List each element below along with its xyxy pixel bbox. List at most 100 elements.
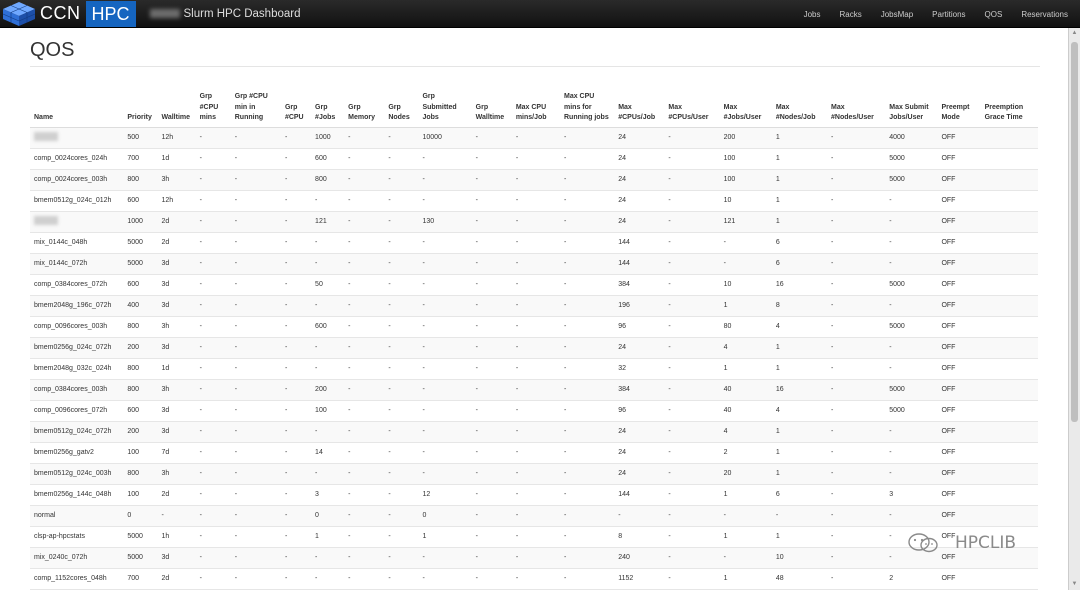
- qos-name-cell: comp_0024cores_024h: [30, 147, 124, 169]
- table-cell: 1d: [157, 357, 196, 379]
- table-cell: -: [511, 294, 560, 316]
- table-cell: OFF: [937, 147, 981, 169]
- table-cell: 10000: [418, 126, 472, 148]
- table-cell: -: [344, 315, 385, 337]
- table-cell: [980, 126, 1038, 148]
- table-cell: -: [344, 357, 385, 379]
- vertical-scrollbar[interactable]: ▲ ▼: [1068, 28, 1080, 590]
- table-cell: -: [614, 504, 665, 526]
- scrollbar-thumb[interactable]: [1071, 42, 1078, 422]
- redacted-text: [34, 132, 58, 142]
- table-cell: -: [311, 252, 345, 274]
- brand-logo[interactable]: CCN HPC: [0, 0, 136, 28]
- table-cell: 5000: [885, 315, 938, 337]
- table-cell: -: [511, 252, 560, 274]
- table-cell: 2d: [157, 483, 196, 505]
- table-cell: -: [885, 231, 938, 253]
- table-cell: -: [230, 399, 281, 421]
- table-cell: 0: [311, 504, 345, 526]
- table-row: comp_0384cores_003h 800 3h - - -200- - - - - -384-…: [30, 378, 1038, 400]
- table-cell: -: [511, 336, 560, 358]
- table-cell: -: [418, 567, 472, 589]
- table-cell: -: [560, 378, 615, 400]
- table-row: bmem0512g_024c_012h 600 12h - - - - - - - - - -24-10…: [30, 189, 1038, 211]
- table-cell: 196: [614, 294, 665, 316]
- table-cell: -: [311, 462, 345, 484]
- table-cell: [980, 504, 1038, 526]
- table-cell: -: [827, 126, 886, 148]
- column-header: Max #CPUs/User: [664, 79, 720, 128]
- table-cell: -: [827, 210, 886, 232]
- table-cell: -: [280, 378, 312, 400]
- table-cell: -: [344, 210, 385, 232]
- table-cell: 3d: [157, 420, 196, 442]
- qos-name-cell: comp_0384cores_003h: [30, 378, 124, 400]
- table-cell: -: [511, 357, 560, 379]
- table-cell: 2: [885, 567, 938, 589]
- table-cell: 16: [771, 378, 828, 400]
- table-cell: -: [280, 315, 312, 337]
- nav-partitions[interactable]: Partitions: [932, 10, 965, 19]
- table-cell: -: [827, 294, 886, 316]
- nav-jobs[interactable]: Jobs: [804, 10, 821, 19]
- qos-name-cell: bmem2048g_032c_024h: [30, 357, 124, 379]
- table-cell: 130: [418, 210, 472, 232]
- table-cell: 2d: [157, 210, 196, 232]
- table-cell: 12h: [157, 126, 196, 148]
- table-cell: OFF: [937, 357, 981, 379]
- table-cell: -: [885, 189, 938, 211]
- table-cell: -: [230, 441, 281, 463]
- table-cell: -: [344, 525, 385, 547]
- table-cell: 3h: [157, 168, 196, 190]
- table-cell: -: [344, 168, 385, 190]
- table-cell: -: [418, 441, 472, 463]
- table-cell: 8: [614, 525, 665, 547]
- table-cell: -: [230, 420, 281, 442]
- table-cell: -: [230, 231, 281, 253]
- table-cell: -: [280, 504, 312, 526]
- table-cell: 24: [614, 462, 665, 484]
- table-cell: OFF: [937, 336, 981, 358]
- table-cell: -: [471, 168, 512, 190]
- table-cell: 3d: [157, 399, 196, 421]
- watermark-text: HPCLIB: [955, 533, 1017, 553]
- nav-reservations[interactable]: Reservations: [1021, 10, 1068, 19]
- table-cell: [980, 336, 1038, 358]
- table-cell: -: [344, 567, 385, 589]
- qos-name-cell: bmem0512g_024c_072h: [30, 420, 124, 442]
- table-cell: -: [827, 378, 886, 400]
- table-cell: -: [471, 273, 512, 295]
- table-cell: 1: [771, 420, 828, 442]
- table-cell: OFF: [937, 504, 981, 526]
- nav-qos[interactable]: QOS: [985, 10, 1003, 19]
- table-cell: 800: [123, 357, 158, 379]
- table-cell: OFF: [937, 315, 981, 337]
- table-cell: -: [418, 357, 472, 379]
- dashboard-title[interactable]: Slurm HPC Dashboard: [184, 8, 301, 20]
- table-cell: 0: [418, 504, 472, 526]
- table-cell: [980, 567, 1038, 589]
- scroll-up-icon[interactable]: ▲: [1071, 30, 1078, 37]
- table-cell: -: [827, 315, 886, 337]
- table-cell: -: [511, 315, 560, 337]
- nav-racks[interactable]: Racks: [839, 10, 861, 19]
- table-cell: -: [664, 378, 720, 400]
- table-cell: OFF: [937, 483, 981, 505]
- nav-jobsmap[interactable]: JobsMap: [881, 10, 913, 19]
- table-cell: -: [311, 336, 345, 358]
- table-cell: -: [560, 231, 615, 253]
- table-cell: -: [664, 273, 720, 295]
- wechat-icon: [908, 533, 938, 553]
- table-cell: 600: [123, 399, 158, 421]
- table-cell: 1: [771, 525, 828, 547]
- scroll-down-icon[interactable]: ▼: [1071, 581, 1078, 588]
- table-cell: -: [827, 252, 886, 274]
- table-cell: -: [418, 252, 472, 274]
- table-cell: -: [511, 546, 560, 568]
- table-cell: -: [280, 525, 312, 547]
- table-cell: 4: [771, 315, 828, 337]
- table-cell: 1: [719, 567, 772, 589]
- table-cell: 800: [123, 378, 158, 400]
- table-cell: -: [230, 567, 281, 589]
- table-cell: -: [885, 462, 938, 484]
